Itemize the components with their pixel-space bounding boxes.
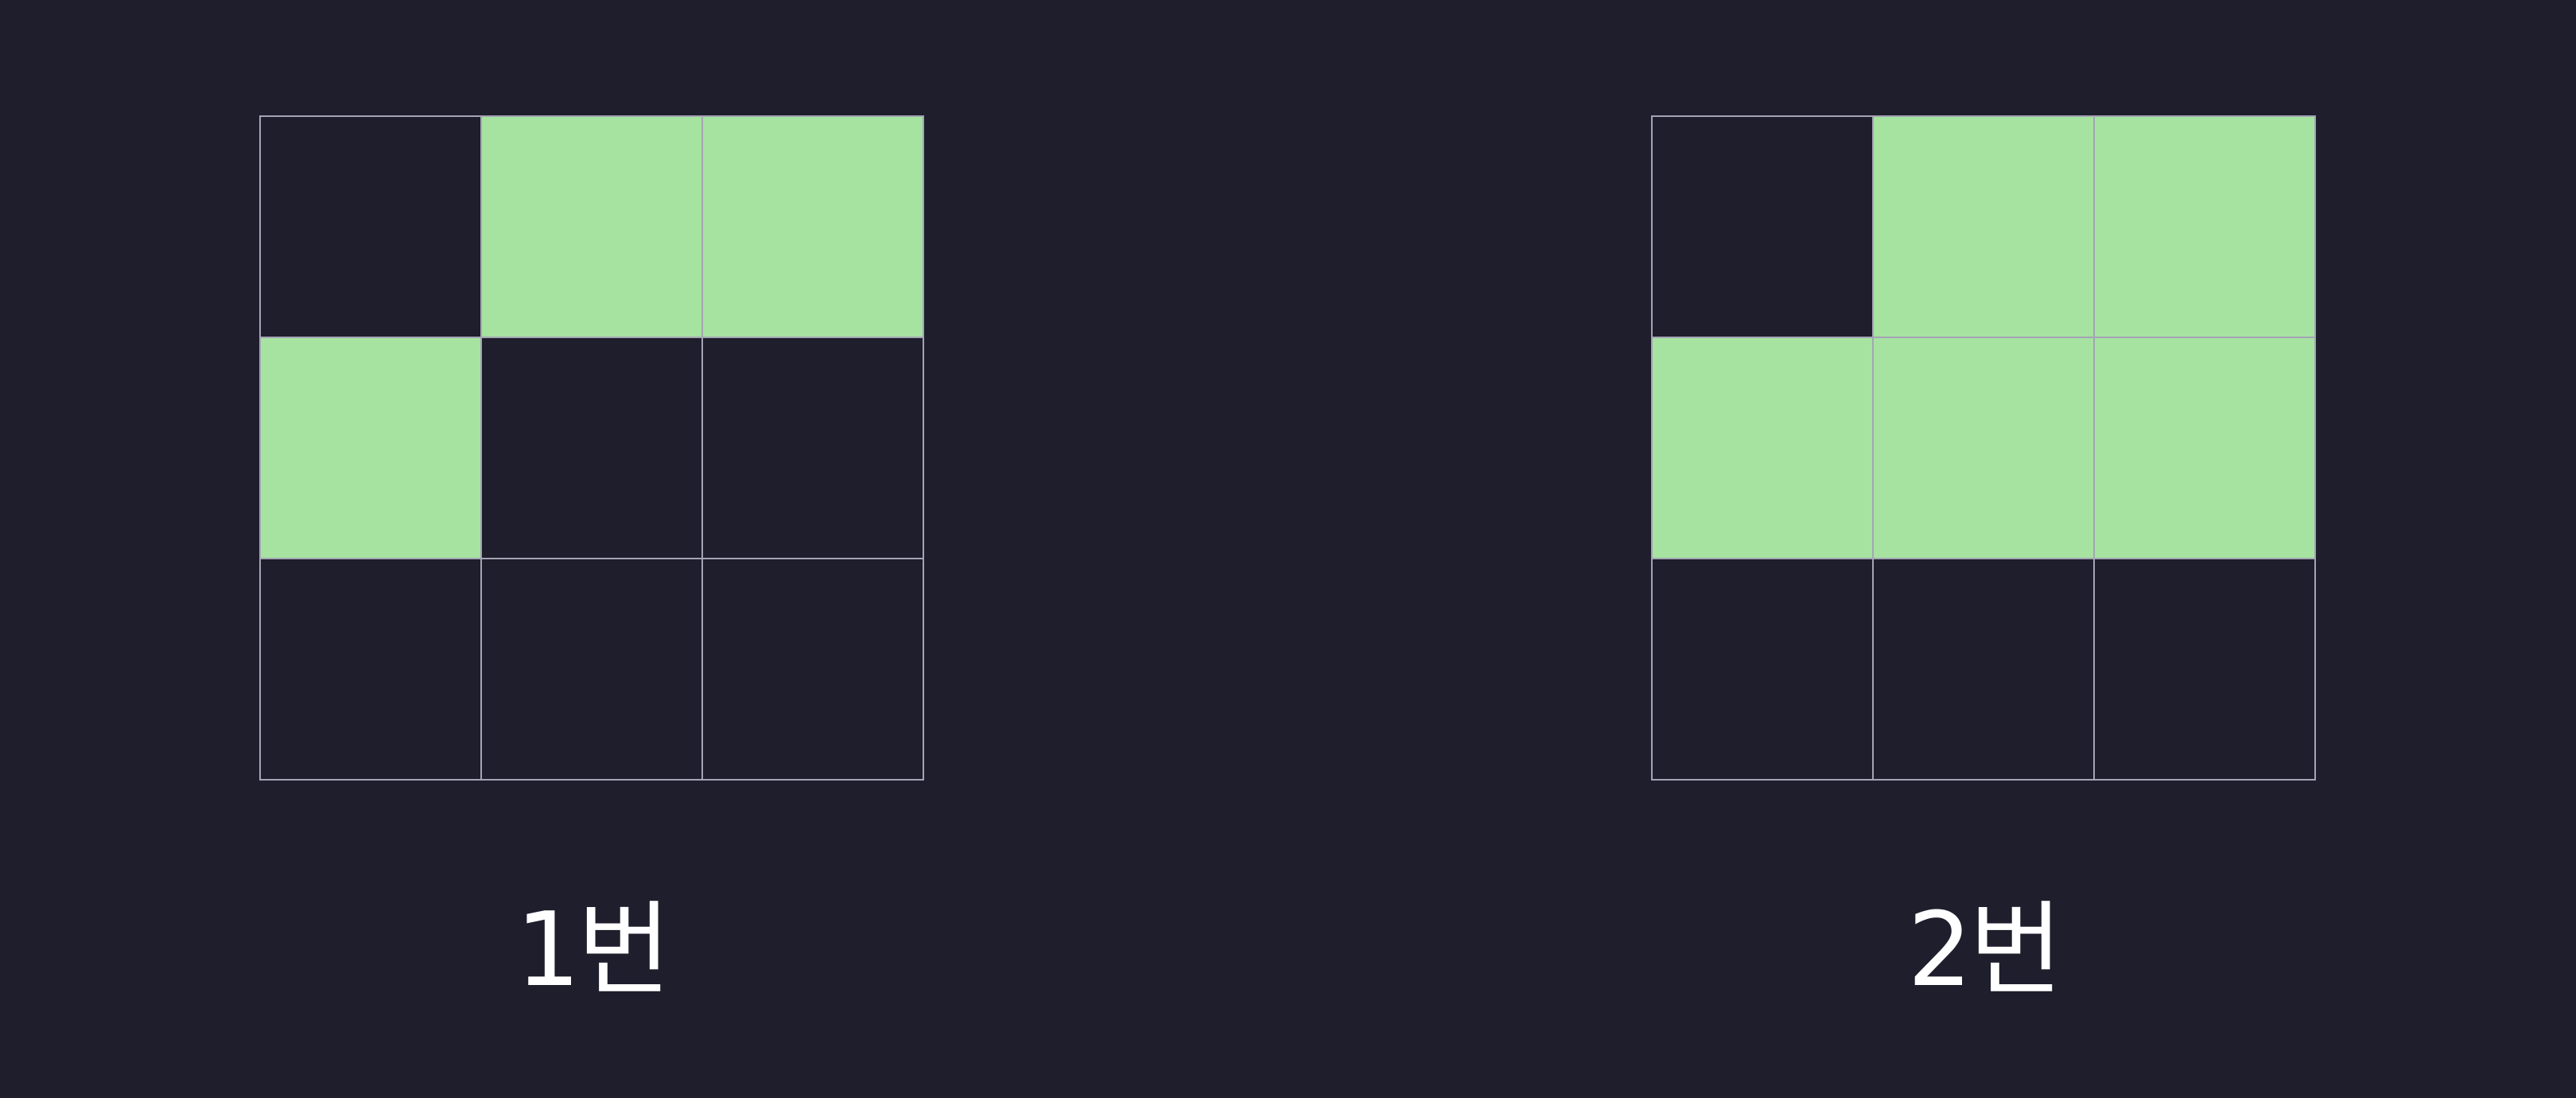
option-1-label: 1번 bbox=[515, 891, 670, 1010]
filled-cell-r1-c1 bbox=[1873, 337, 2094, 559]
empty-cell-r2-c2 bbox=[702, 559, 923, 780]
option-2-panel: 2번 bbox=[1651, 0, 2316, 1098]
filled-cell-r1-c0 bbox=[260, 337, 481, 559]
filled-cell-r1-c2 bbox=[2094, 337, 2315, 559]
empty-cell-r2-c1 bbox=[481, 559, 702, 780]
option-1-grid bbox=[259, 115, 924, 781]
empty-cell-r2-c1 bbox=[1873, 559, 2094, 780]
empty-cell-r1-c2 bbox=[702, 337, 923, 559]
empty-cell-r0-c0 bbox=[1652, 116, 1873, 337]
option-1-panel: 1번 bbox=[259, 0, 924, 1098]
empty-cell-r1-c1 bbox=[481, 337, 702, 559]
filled-cell-r0-c1 bbox=[1873, 116, 2094, 337]
filled-cell-r0-c1 bbox=[481, 116, 702, 337]
empty-cell-r2-c0 bbox=[260, 559, 481, 780]
filled-cell-r1-c0 bbox=[1652, 337, 1873, 559]
filled-cell-r0-c2 bbox=[2094, 116, 2315, 337]
option-2-label: 2번 bbox=[1907, 891, 2062, 1010]
empty-cell-r2-c0 bbox=[1652, 559, 1873, 780]
filled-cell-r0-c2 bbox=[702, 116, 923, 337]
option-2-grid bbox=[1651, 115, 2316, 781]
empty-cell-r2-c2 bbox=[2094, 559, 2315, 780]
empty-cell-r0-c0 bbox=[260, 116, 481, 337]
